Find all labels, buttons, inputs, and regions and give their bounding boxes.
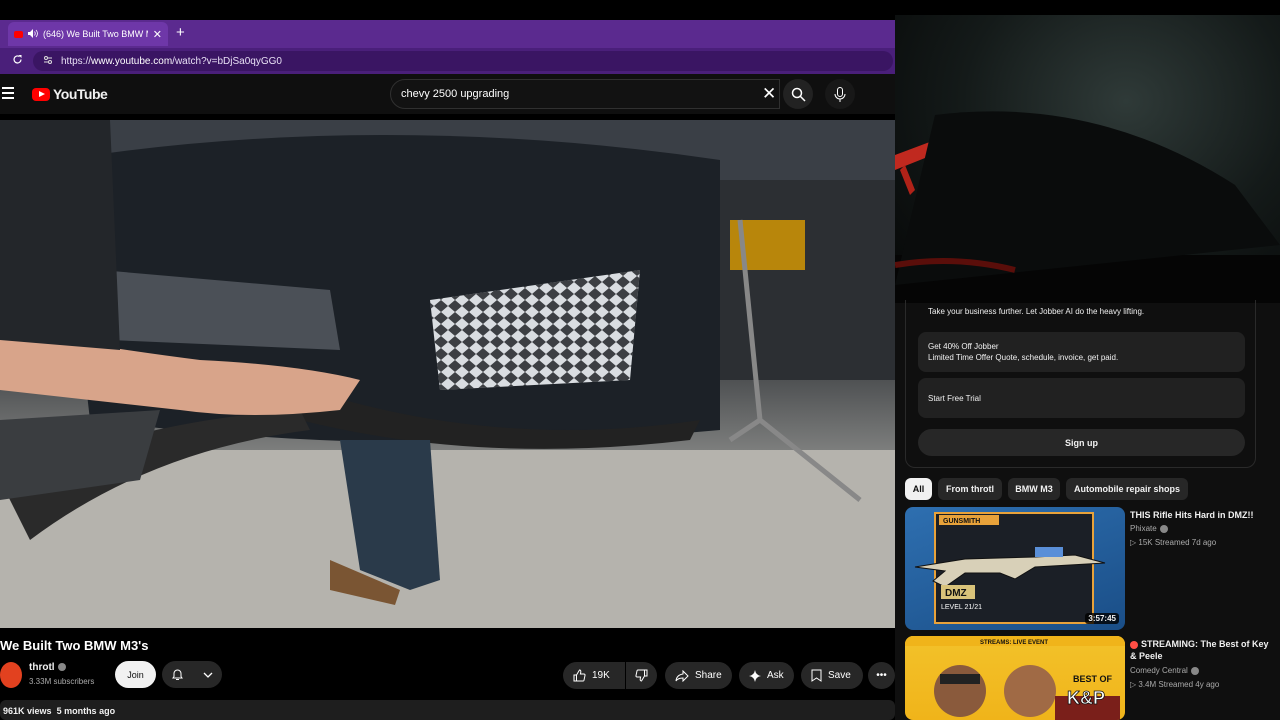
channel-name-text: throtl <box>29 662 55 673</box>
ask-label: Ask <box>767 670 784 681</box>
url-field[interactable]: https://www.youtube.com/watch?v=bDjSa0qy… <box>33 51 893 71</box>
channel-avatar[interactable] <box>0 662 22 688</box>
channel-name[interactable]: throtl <box>29 662 66 673</box>
ad-tagline: Take your business further. Let Jobber A… <box>928 307 1145 316</box>
tab-title: (646) We Built Two BMW M3's <box>43 29 148 39</box>
chip-bmw-m3[interactable]: BMW M3 <box>1008 478 1060 500</box>
recommendation-channel-text: Phixate <box>1130 524 1157 533</box>
thumb-best: BEST OF <box>1073 674 1113 684</box>
share-label: Share <box>695 670 722 681</box>
verified-icon <box>57 663 66 672</box>
rifle-thumbnail-image: GUNSMITH DMZ LEVEL 21/21 <box>914 512 1106 624</box>
thumb-dmz: DMZ <box>945 588 967 599</box>
address-bar-row: https://www.youtube.com/watch?v=bDjSa0qy… <box>0 48 895 74</box>
url-prefix: https:// <box>61 55 92 67</box>
thumb-kp: K&P <box>1067 688 1105 708</box>
bell-icon <box>172 669 184 680</box>
subscriber-count: 3.33M subscribers <box>29 677 95 686</box>
youtube-logo-text: YouTube <box>53 86 108 102</box>
reload-icon[interactable] <box>12 54 23 68</box>
signup-button[interactable]: Sign up <box>918 429 1245 456</box>
video-player[interactable] <box>0 120 895 628</box>
youtube-logo[interactable]: YouTube <box>32 86 108 102</box>
webcam-feed-image <box>895 111 1280 303</box>
new-tab-icon[interactable]: + <box>176 24 185 41</box>
like-count: 19K <box>592 670 610 681</box>
ask-button[interactable]: Ask <box>739 662 794 689</box>
upload-age: 5 months ago <box>56 706 116 716</box>
thumbs-up-icon <box>573 669 586 682</box>
share-button[interactable]: Share <box>665 662 732 689</box>
verified-icon <box>1190 666 1199 675</box>
recommendation-stats: ▷ 3.4M Streamed 4y ago <box>1130 680 1220 689</box>
video-frame-image <box>0 120 895 628</box>
recommendation-thumbnail[interactable]: STREAMS: LIVE EVENT BEST OF K&P <box>905 636 1125 720</box>
ad-offer-card[interactable]: Get 40% Off Jobber Limited Time Offer Qu… <box>918 332 1245 372</box>
chip-all[interactable]: All <box>905 478 932 500</box>
recommendation-thumbnail[interactable]: GUNSMITH DMZ LEVEL 21/21 3:57:45 <box>905 507 1125 630</box>
like-button[interactable]: 19K <box>563 662 625 689</box>
save-button[interactable]: Save <box>801 662 863 689</box>
recommendation-stats: ▷ 15K Streamed 7d ago <box>1130 538 1217 547</box>
recommendation-title[interactable]: THIS Rifle Hits Hard in DMZ!! <box>1130 509 1270 521</box>
ad-trial-label: Start Free Trial <box>928 393 981 403</box>
thumb-banner: STREAMS: LIVE EVENT <box>980 640 1048 646</box>
recommendation-channel[interactable]: Comedy Central <box>1130 664 1199 678</box>
dislike-button[interactable] <box>626 662 657 689</box>
thumbs-down-icon <box>635 669 648 682</box>
search-button[interactable] <box>783 79 813 109</box>
video-duration: 3:57:45 <box>1085 613 1119 624</box>
chip-automobile-repair[interactable]: Automobile repair shops <box>1066 478 1188 500</box>
tab-close-icon[interactable]: ✕ <box>153 28 162 41</box>
url-host: www.youtube.com <box>91 55 173 67</box>
webcam-overlay <box>895 15 1280 303</box>
thumb-level: LEVEL 21/21 <box>941 604 982 611</box>
recommendation-channel-text: Comedy Central <box>1130 666 1188 675</box>
url-path: /watch?v=bDjSa0qyGG0 <box>172 55 282 67</box>
speaker-icon[interactable] <box>28 28 38 40</box>
youtube-favicon-icon <box>14 30 23 38</box>
search-input[interactable]: chevy 2500 upgrading <box>390 79 780 109</box>
view-count: 961K views <box>3 706 52 716</box>
search-icon <box>791 87 806 102</box>
site-info-icon[interactable] <box>43 55 53 68</box>
ad-offer-title: Get 40% Off Jobber <box>928 342 999 351</box>
sparkle-icon <box>749 669 761 682</box>
hamburger-menu-icon[interactable] <box>2 87 14 102</box>
youtube-play-icon <box>32 87 50 101</box>
ad-offer-subtitle: Limited Time Offer Quote, schedule, invo… <box>928 353 1119 362</box>
search-query: chevy 2500 upgrading <box>401 88 510 100</box>
share-arrow-icon <box>675 669 689 682</box>
chevron-down-icon <box>203 672 213 678</box>
live-icon <box>1130 640 1138 649</box>
bookmark-icon <box>811 669 822 682</box>
browser-tab[interactable]: (646) We Built Two BMW M3's ✕ <box>8 22 168 46</box>
chip-from-channel[interactable]: From throtl <box>938 478 1002 500</box>
recommendation-channel[interactable]: Phixate <box>1130 522 1168 536</box>
ad-trial-card[interactable]: Start Free Trial <box>918 378 1245 418</box>
notifications-button[interactable] <box>162 661 222 688</box>
microphone-icon <box>834 86 846 102</box>
recommendation-title[interactable]: STREAMING: The Best of Key & Peele <box>1130 638 1270 662</box>
more-actions-icon[interactable]: ••• <box>868 662 895 689</box>
voice-search-button[interactable] <box>825 79 855 109</box>
key-peele-thumbnail-image: STREAMS: LIVE EVENT BEST OF K&P <box>905 636 1125 720</box>
save-label: Save <box>828 670 851 681</box>
join-button[interactable]: Join <box>115 661 156 688</box>
clear-search-icon[interactable]: ✕ <box>762 84 776 104</box>
description-box[interactable]: 961K views 5 months ago <box>0 700 895 720</box>
verified-icon <box>1159 524 1168 533</box>
thumb-badge: GUNSMITH <box>943 518 980 525</box>
recommendation-title-text: STREAMING: The Best of Key & Peele <box>1130 639 1269 661</box>
video-title: We Built Two BMW M3's <box>0 638 149 653</box>
